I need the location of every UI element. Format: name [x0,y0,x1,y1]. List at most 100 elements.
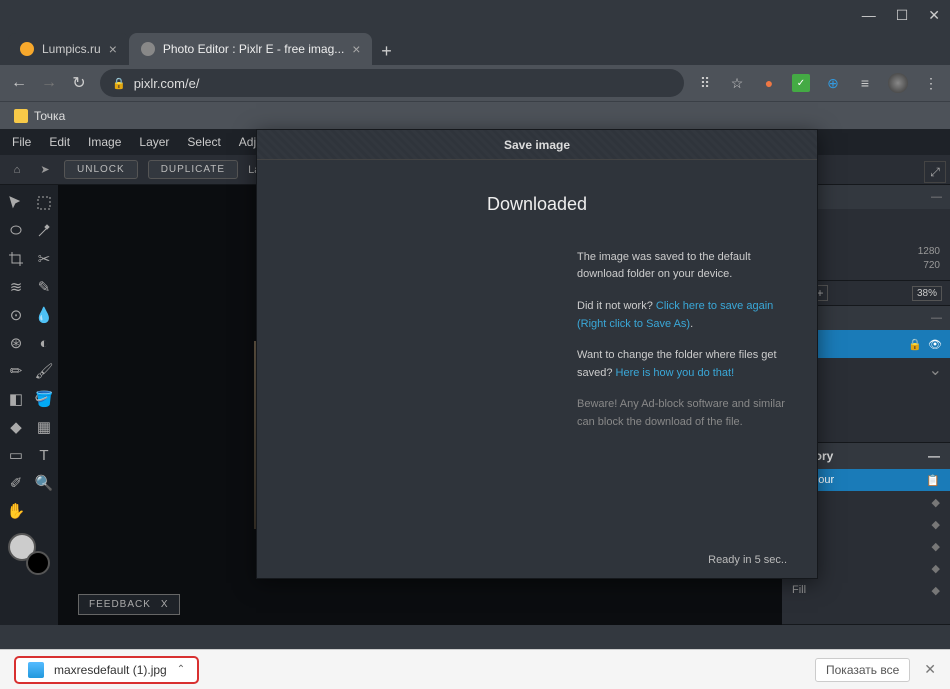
lock-icon: 🔒 [112,77,126,90]
dialog-warning: Beware! Any Ad-block software and simila… [577,396,787,431]
feedback-close-icon[interactable]: X [161,599,169,610]
h-value: 720 [923,260,940,271]
translate-icon[interactable]: ⠿ [696,74,714,92]
favicon-icon [141,42,155,56]
tool-palette: ✂ ≋ ✎ ⊙ 💧 ⊛ ◐ ✏ 🖌 ◧ 🪣 ◆ ▦ ▭ T ✐ 🔍 ✋ [0,185,58,625]
address-bar: ← → ↻ 🔒 pixlr.com/e/ ⠿ ☆ ● ✓ ⊕ ≡ ⋮ [0,65,950,101]
new-tab-button[interactable]: + [372,37,400,65]
move-tool-icon[interactable] [4,191,28,215]
browser-tabs: Lumpics.ru × Photo Editor : Pixlr E - fr… [0,30,950,65]
dodge-tool-icon[interactable]: ◐ [32,331,56,355]
arrow-tool-icon[interactable]: ➤ [36,161,54,179]
tab-lumpics[interactable]: Lumpics.ru × [8,33,129,65]
history-item[interactable]: Fill◆ [782,579,950,601]
feedback-button[interactable]: FEEDBACK X [78,594,180,615]
menu-select[interactable]: Select [187,135,220,149]
dropdown-icon[interactable]: ⌄ [929,360,942,380]
download-bar: maxresdefault (1).jpg ⌃ Показать все ✕ [0,649,950,689]
shape-tool-icon[interactable]: ◆ [4,415,28,439]
fill-tool-icon[interactable]: 🪣 [32,387,56,411]
background-color[interactable] [26,551,50,575]
zoom-tool-icon[interactable]: 🔍 [32,471,56,495]
brush-tool-icon[interactable]: 🖌 [32,359,56,383]
panel-minimize-icon[interactable]: — [931,191,942,203]
pixlr-app: File Edit Image Layer Select Adjustm... … [0,129,950,625]
extension-icon[interactable]: ✓ [792,74,810,92]
download-item[interactable]: maxresdefault (1).jpg ⌃ [14,656,199,684]
window-titlebar: — ☐ ✕ [0,0,950,30]
close-downloadbar-button[interactable]: ✕ [924,661,936,678]
dialog-text: The image was saved to the default downl… [577,249,787,284]
lock-icon[interactable]: 🔒 [908,338,922,351]
bookmark-folder-icon [14,109,28,123]
maximize-button[interactable]: ☐ [896,7,909,24]
forward-button[interactable]: → [40,74,58,92]
tab-title: Lumpics.ru [42,42,101,56]
dialog-text: Want to change the folder where files ge… [577,347,787,382]
lasso-tool-icon[interactable] [4,219,28,243]
minimize-button[interactable]: — [862,7,876,23]
blur-tool-icon[interactable]: 💧 [32,303,56,327]
menu-file[interactable]: File [12,135,31,149]
cut-tool-icon[interactable]: ✂ [32,247,56,271]
url-text: pixlr.com/e/ [134,76,200,91]
spacer [32,499,56,523]
bookmark-item[interactable]: Точка [34,109,65,123]
close-tab-icon[interactable]: × [109,41,117,57]
duplicate-button[interactable]: DUPLICATE [148,160,238,179]
zoom-value[interactable]: 38% [912,286,942,301]
home-icon[interactable]: ⌂ [8,161,26,179]
dialog-title: Save image [257,130,817,160]
eyedropper-tool-icon[interactable]: ✐ [4,471,28,495]
dialog-heading: Downloaded [287,190,787,219]
download-filename: maxresdefault (1).jpg [54,663,167,677]
clone-tool-icon[interactable]: ⊙ [4,303,28,327]
tab-pixlr[interactable]: Photo Editor : Pixlr E - free imag... × [129,33,373,65]
globe-icon[interactable]: ⊕ [824,74,842,92]
file-icon [28,662,44,678]
reload-button[interactable]: ↻ [70,73,88,93]
reader-icon[interactable]: ≡ [856,74,874,92]
panel-minimize-icon[interactable]: — [931,312,942,324]
star-icon[interactable]: ☆ [728,74,746,92]
feedback-label: FEEDBACK [89,599,151,610]
draw-tool-icon[interactable]: ✏ [4,359,28,383]
pen-tool-icon[interactable]: ✎ [32,275,56,299]
dialog-countdown: Ready in 5 sec.. [708,554,787,566]
menu-icon[interactable]: ⋮ [922,74,940,92]
favicon-icon [20,42,34,56]
gradient-tool-icon[interactable]: ▦ [32,415,56,439]
menu-layer[interactable]: Layer [139,135,169,149]
liquify-tool-icon[interactable]: ≋ [4,275,28,299]
close-window-button[interactable]: ✕ [928,7,940,24]
tab-title: Photo Editor : Pixlr E - free imag... [163,42,344,56]
marquee-tool-icon[interactable] [32,191,56,215]
panel-minimize-icon[interactable]: — [928,449,940,463]
unlock-button[interactable]: UNLOCK [64,160,138,179]
frame-tool-icon[interactable]: ▭ [4,443,28,467]
wand-tool-icon[interactable] [32,219,56,243]
url-input[interactable]: 🔒 pixlr.com/e/ [100,69,684,97]
w-value: 1280 [918,246,940,257]
back-button[interactable]: ← [10,74,28,92]
visibility-icon[interactable]: 👁 [928,338,942,351]
color-swatch[interactable] [4,533,56,577]
menu-edit[interactable]: Edit [49,135,70,149]
toolbar-icons: ⠿ ☆ ● ✓ ⊕ ≡ ⋮ [696,73,940,93]
chevron-up-icon[interactable]: ⌃ [177,664,185,675]
hand-tool-icon[interactable]: ✋ [4,499,28,523]
crop-tool-icon[interactable] [4,247,28,271]
avatar-icon[interactable] [888,73,908,93]
show-all-button[interactable]: Показать все [815,658,910,682]
save-image-dialog: Save image Downloaded The image was save… [256,129,818,579]
menu-image[interactable]: Image [88,135,121,149]
eraser-tool-icon[interactable]: ◧ [4,387,28,411]
panel-expand-button[interactable]: ⤢ [924,161,946,183]
how-to-link[interactable]: Here is how you do that! [616,367,735,379]
text-tool-icon[interactable]: T [32,443,56,467]
close-tab-icon[interactable]: × [352,41,360,57]
dialog-text: Did it not work? Click here to save agai… [577,298,787,333]
extension-icon[interactable]: ● [760,74,778,92]
heal-tool-icon[interactable]: ⊛ [4,331,28,355]
bookmarks-bar: Точка [0,101,950,129]
